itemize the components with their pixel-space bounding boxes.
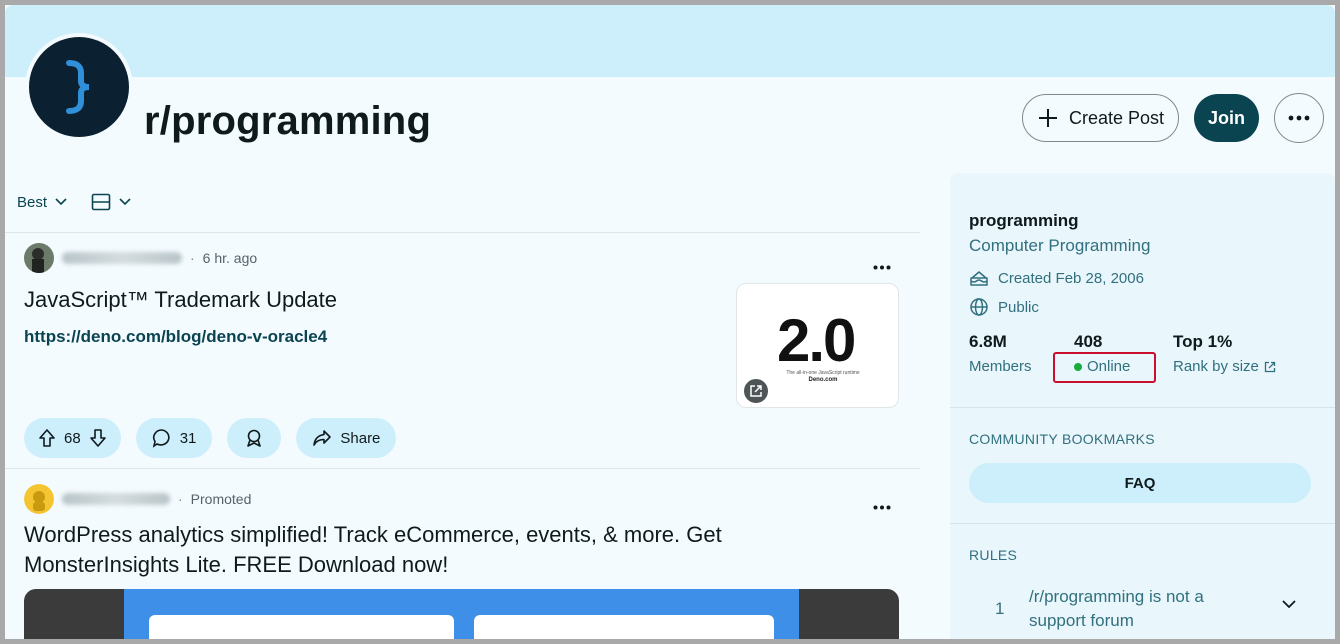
online-count: 408 bbox=[1074, 332, 1103, 351]
sort-label: Best bbox=[17, 193, 48, 211]
members-label: Members bbox=[969, 358, 1032, 375]
award-button[interactable] bbox=[227, 418, 282, 458]
award-icon bbox=[247, 429, 262, 447]
divider bbox=[5, 468, 920, 469]
post-title[interactable]: JavaScript™ Trademark Update bbox=[24, 285, 337, 315]
post-age: 6 hr. ago bbox=[202, 250, 258, 266]
external-link-badge[interactable] bbox=[744, 379, 768, 403]
external-link-icon bbox=[1264, 361, 1276, 372]
downvote-icon[interactable] bbox=[89, 428, 107, 448]
card-view-icon bbox=[91, 193, 111, 211]
more-horizontal-icon bbox=[873, 265, 891, 270]
created-row: Created Feb 28, 2006 bbox=[969, 269, 1144, 287]
post-actions: 68 31 Share bbox=[24, 418, 397, 458]
avatar[interactable] bbox=[24, 484, 54, 514]
more-horizontal-icon bbox=[1288, 115, 1310, 121]
online-highlight-box bbox=[1053, 352, 1156, 383]
avatar[interactable] bbox=[24, 243, 54, 273]
visibility-row: Public bbox=[969, 297, 1039, 317]
post-more-button[interactable] bbox=[873, 497, 891, 515]
advertiser-name-blurred[interactable] bbox=[62, 493, 170, 505]
more-horizontal-icon bbox=[873, 505, 891, 510]
divider bbox=[950, 407, 1335, 408]
advertiser-avatar-icon bbox=[24, 484, 54, 514]
promoted-title-line-2[interactable]: MonsterInsights Lite. FREE Download now! bbox=[24, 550, 448, 580]
post-meta: · 6 hr. ago bbox=[24, 243, 257, 273]
rule-text[interactable]: /r/programming is not a support forum bbox=[1029, 585, 1249, 633]
divider bbox=[950, 523, 1335, 524]
rule-expand-button[interactable] bbox=[1281, 596, 1297, 614]
create-post-button[interactable]: Create Post bbox=[1022, 94, 1179, 142]
rank-value: Top 1% bbox=[1173, 332, 1233, 351]
post-more-button[interactable] bbox=[873, 257, 891, 275]
comment-icon bbox=[152, 429, 170, 448]
promoted-label: Promoted bbox=[190, 491, 252, 507]
community-name: programming bbox=[969, 211, 1079, 230]
cake-icon bbox=[970, 271, 988, 286]
share-label: Share bbox=[340, 429, 381, 447]
post-link[interactable]: https://deno.com/blog/deno-v-oracle4 bbox=[24, 327, 327, 347]
promoted-image[interactable] bbox=[24, 589, 899, 639]
visibility-label: Public bbox=[998, 298, 1039, 316]
user-avatar-icon bbox=[24, 243, 54, 273]
upvote-count: 68 bbox=[64, 429, 81, 447]
rank-label: Rank by size bbox=[1173, 358, 1259, 375]
plus-icon bbox=[1038, 109, 1057, 127]
chevron-down-icon bbox=[1282, 600, 1296, 609]
bookmarks-heading: COMMUNITY BOOKMARKS bbox=[969, 431, 1155, 447]
members-count: 6.8M bbox=[969, 332, 1007, 351]
thumbnail-text: 2.0 bbox=[777, 307, 856, 374]
thumbnail-site: Deno.com bbox=[808, 377, 838, 383]
external-link-icon bbox=[750, 385, 762, 397]
chevron-down-icon bbox=[119, 198, 131, 206]
thumbnail-caption: The all-in-one JavaScript runtime bbox=[786, 370, 860, 376]
comments-button[interactable]: 31 bbox=[135, 418, 213, 458]
post-thumbnail[interactable]: 2.0 The all-in-one JavaScript runtime De… bbox=[736, 283, 899, 408]
community-sidebar: programming Computer Programming Created… bbox=[950, 173, 1335, 639]
community-avatar[interactable] bbox=[25, 33, 133, 141]
faq-button[interactable]: FAQ bbox=[969, 463, 1311, 503]
view-dropdown[interactable] bbox=[91, 193, 131, 211]
subreddit-page: r/programming Create Post Join Best · 6 … bbox=[5, 5, 1335, 639]
page-title: r/programming bbox=[144, 99, 432, 143]
sort-dropdown[interactable]: Best bbox=[17, 194, 67, 211]
community-more-button[interactable] bbox=[1274, 93, 1324, 143]
create-post-label: Create Post bbox=[1068, 107, 1165, 128]
share-button[interactable]: Share bbox=[296, 418, 397, 458]
curly-brace-icon bbox=[66, 60, 90, 114]
share-icon bbox=[313, 430, 332, 446]
username-blurred[interactable] bbox=[62, 252, 182, 264]
promoted-title-line-1[interactable]: WordPress analytics simplified! Track eC… bbox=[24, 520, 722, 550]
join-button[interactable]: Join bbox=[1194, 94, 1259, 142]
divider bbox=[5, 232, 920, 233]
upvote-icon[interactable] bbox=[38, 428, 56, 448]
feed-toolbar: Best bbox=[17, 191, 131, 213]
comment-count: 31 bbox=[179, 429, 197, 447]
globe-icon bbox=[970, 298, 988, 316]
community-description: Computer Programming bbox=[969, 236, 1151, 255]
rank-link[interactable]: Rank by size bbox=[1173, 358, 1276, 375]
chevron-down-icon bbox=[55, 198, 67, 206]
created-date: Created Feb 28, 2006 bbox=[998, 269, 1144, 287]
rules-heading: RULES bbox=[969, 547, 1018, 563]
rule-number: 1 bbox=[995, 599, 1005, 618]
post-meta: · Promoted bbox=[24, 484, 251, 514]
vote-pill: 68 bbox=[24, 418, 121, 458]
community-banner bbox=[5, 5, 1335, 77]
